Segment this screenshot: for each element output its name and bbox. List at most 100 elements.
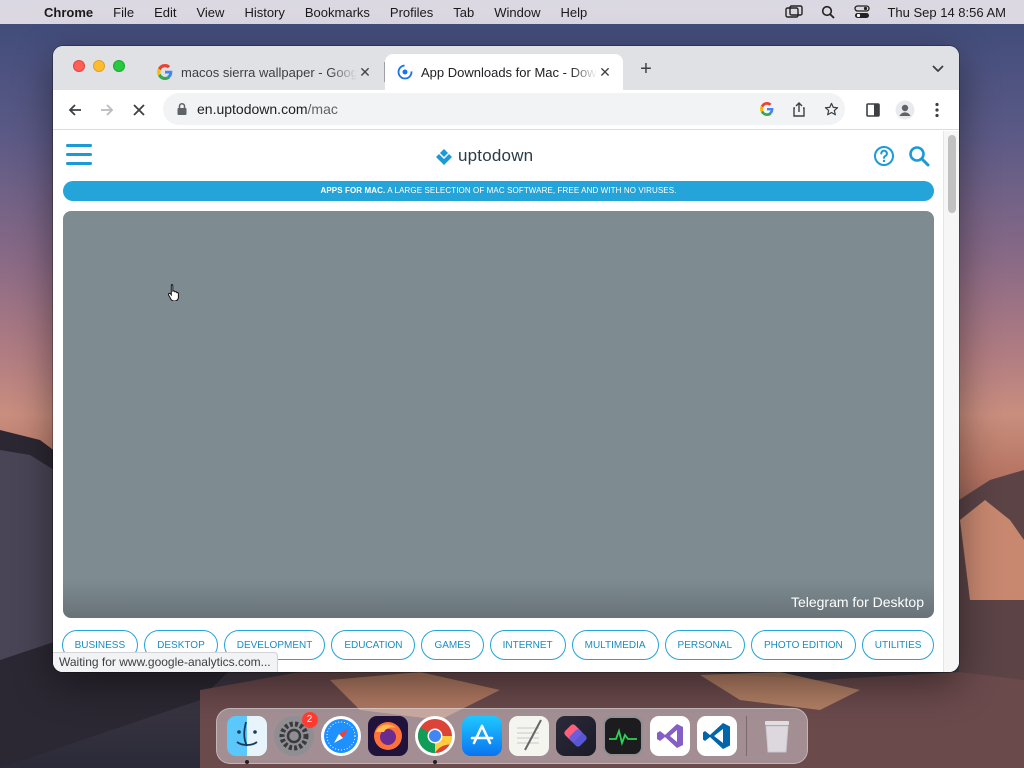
address-bar[interactable]: en.uptodown.com/mac: [163, 93, 845, 125]
shortcuts-icon: [563, 724, 587, 747]
tab-title: App Downloads for Mac - Download: [421, 64, 597, 80]
visual-studio-icon: [656, 724, 683, 748]
tab-search-chevron-icon[interactable]: [931, 62, 945, 76]
banner-bold-text: APPS FOR MAC.: [320, 186, 386, 195]
new-tab-button[interactable]: +: [637, 59, 655, 79]
dock-vscode[interactable]: [696, 716, 737, 756]
window-minimize-button[interactable]: [93, 60, 105, 72]
back-arrow-icon: [68, 104, 81, 116]
tab-close-icon[interactable]: ✕: [597, 64, 613, 80]
browser-window: macos sierra wallpaper - Google Search ✕…: [53, 46, 959, 672]
profile-avatar-icon: [895, 100, 915, 120]
status-bubble: Waiting for www.google-analytics.com...: [53, 652, 278, 672]
hero-carousel[interactable]: Telegram for Desktop: [63, 211, 934, 618]
trash-icon: [764, 721, 789, 753]
textedit-icon: [516, 719, 542, 751]
chrome-icon: [417, 719, 452, 753]
dock-shortcuts[interactable]: [555, 716, 596, 756]
kebab-menu-icon: [935, 102, 939, 118]
tab-title: macos sierra wallpaper - Google Search: [181, 64, 357, 80]
profile-button[interactable]: [895, 100, 915, 120]
stop-loading-button[interactable]: [129, 100, 149, 120]
menu-window[interactable]: Window: [484, 5, 550, 20]
dock-activity-monitor[interactable]: [602, 716, 643, 756]
hand-pointer-cursor-icon: [167, 284, 179, 301]
forward-button[interactable]: [97, 100, 117, 120]
dock-firefox[interactable]: [367, 716, 408, 756]
page-scrollbar[interactable]: [943, 131, 959, 672]
side-panel-button[interactable]: [863, 100, 883, 120]
running-indicator: [432, 760, 437, 764]
promo-banner: APPS FOR MAC. A LARGE SELECTION OF MAC S…: [63, 181, 934, 201]
menu-help[interactable]: Help: [551, 5, 598, 20]
tab-google-search[interactable]: macos sierra wallpaper - Google Search ✕: [147, 54, 383, 90]
dock-finder[interactable]: [226, 716, 267, 764]
chrome-menu-button[interactable]: [927, 100, 947, 120]
forward-arrow-icon: [101, 104, 114, 116]
menu-profiles[interactable]: Profiles: [380, 5, 443, 20]
running-indicator: [244, 760, 249, 764]
safari-compass-icon: [323, 719, 358, 753]
menu-bookmarks[interactable]: Bookmarks: [295, 5, 380, 20]
stop-x-icon: [133, 104, 145, 116]
hamburger-menu-icon[interactable]: [66, 144, 92, 166]
dock-safari[interactable]: [320, 716, 361, 756]
dock-trash[interactable]: [757, 716, 797, 756]
menu-tab[interactable]: Tab: [443, 5, 484, 20]
tab-uptodown[interactable]: App Downloads for Mac - Download ✕: [385, 54, 623, 90]
menu-file[interactable]: File: [103, 5, 144, 20]
notification-badge: 2: [301, 712, 318, 728]
menu-view[interactable]: View: [186, 5, 234, 20]
share-icon[interactable]: [791, 101, 807, 117]
control-center-icon[interactable]: [851, 4, 873, 20]
activity-monitor-icon: [608, 727, 637, 747]
hero-caption[interactable]: Telegram for Desktop: [791, 594, 924, 610]
window-zoom-button[interactable]: [113, 60, 125, 72]
bookmark-star-icon[interactable]: [823, 101, 839, 117]
lock-icon[interactable]: [175, 102, 189, 116]
browser-toolbar: en.uptodown.com/mac: [53, 90, 959, 130]
uptodown-icon: [397, 64, 413, 80]
url-path: /mac: [307, 101, 338, 117]
finder-icon: [235, 721, 258, 747]
menu-bar: Chrome File Edit View History Bookmarks …: [0, 0, 1024, 24]
window-close-button[interactable]: [73, 60, 85, 72]
dock-textedit[interactable]: [508, 716, 549, 756]
url-host: en.uptodown.com: [197, 101, 308, 117]
scrollbar-thumb[interactable]: [948, 135, 956, 213]
menu-clock[interactable]: Thu Sep 14 8:56 AM: [879, 5, 1024, 20]
category-multimedia[interactable]: MULTIMEDIA: [571, 630, 659, 660]
google-lens-icon[interactable]: [759, 101, 775, 117]
uptodown-logo-icon: [436, 149, 452, 165]
side-panel-icon: [866, 103, 880, 117]
category-personal[interactable]: PERSONAL: [664, 630, 746, 660]
back-button[interactable]: [65, 100, 85, 120]
vscode-icon: [702, 723, 730, 749]
menu-edit[interactable]: Edit: [144, 5, 186, 20]
web-page: uptodown APPS FOR MAC. A LARGE SELECTION…: [53, 131, 943, 672]
uptodown-logo[interactable]: uptodown: [434, 145, 533, 167]
dock-chrome[interactable]: [414, 716, 455, 764]
dock-system-preferences[interactable]: 2: [273, 712, 318, 756]
category-games[interactable]: GAMES: [421, 630, 484, 660]
menu-history[interactable]: History: [234, 5, 294, 20]
category-photo-edition[interactable]: PHOTO EDITION: [751, 630, 856, 660]
tab-strip: macos sierra wallpaper - Google Search ✕…: [53, 46, 959, 90]
dock-visual-studio[interactable]: [649, 716, 690, 756]
dock-separator: [746, 716, 747, 756]
tab-close-icon[interactable]: ✕: [357, 64, 373, 80]
firefox-icon: [373, 722, 402, 750]
category-utilities[interactable]: UTILITIES: [861, 630, 935, 660]
help-icon[interactable]: [873, 145, 895, 167]
category-internet[interactable]: INTERNET: [489, 630, 566, 660]
spotlight-search-icon[interactable]: [817, 4, 839, 20]
google-icon: [157, 64, 173, 80]
screen-mirroring-icon[interactable]: [783, 4, 805, 20]
category-education[interactable]: EDUCATION: [331, 630, 416, 660]
search-icon[interactable]: [908, 145, 930, 167]
menu-app-name[interactable]: Chrome: [40, 5, 103, 20]
dock-app-store[interactable]: [461, 716, 502, 756]
dock: 2: [216, 708, 808, 764]
app-store-icon: [470, 724, 493, 745]
logo-wordmark: uptodown: [458, 146, 534, 165]
